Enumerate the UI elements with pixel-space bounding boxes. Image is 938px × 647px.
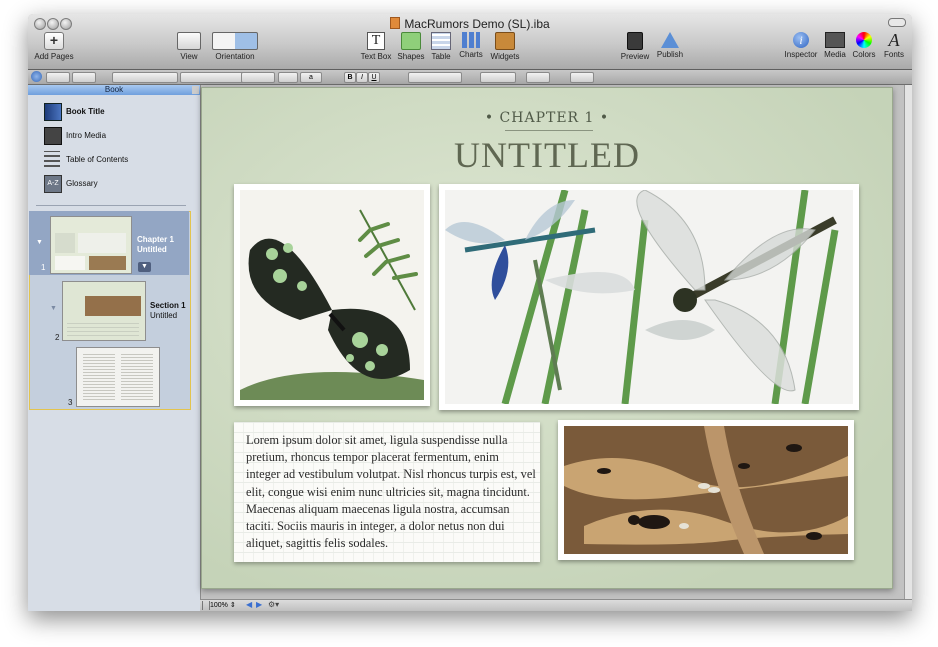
orientation-icon bbox=[212, 32, 258, 50]
background-color-well[interactable]: a bbox=[300, 72, 322, 83]
widgets-button[interactable]: Widgets bbox=[488, 32, 522, 61]
previous-page-icon[interactable]: ◀ bbox=[246, 600, 252, 609]
widgets-icon bbox=[495, 32, 515, 50]
az-icon: A-Z bbox=[44, 175, 62, 193]
dragonfly-illustration bbox=[445, 190, 853, 404]
film-icon bbox=[44, 127, 62, 145]
media-icon bbox=[825, 32, 845, 48]
toolbar: MacRumors Demo (SL).iba + Add Pages View… bbox=[28, 14, 912, 70]
publish-arrow-icon bbox=[661, 32, 679, 48]
thumb-butterfly bbox=[55, 233, 75, 253]
colors-button[interactable]: Colors bbox=[851, 32, 877, 59]
app-window: MacRumors Demo (SL).iba + Add Pages View… bbox=[28, 14, 912, 611]
publish-button[interactable]: Publish bbox=[654, 32, 686, 59]
gear-icon[interactable]: ⚙▾ bbox=[268, 600, 279, 609]
thumb-text bbox=[67, 320, 139, 336]
fonts-button[interactable]: A Fonts bbox=[881, 30, 907, 59]
charts-icon bbox=[462, 32, 480, 48]
window-title: MacRumors Demo (SL).iba bbox=[28, 17, 912, 31]
line-spacing-popup[interactable] bbox=[480, 72, 516, 83]
font-size-popup[interactable] bbox=[241, 72, 275, 83]
text-color-well[interactable] bbox=[278, 72, 298, 83]
orientation-control[interactable]: Orientation bbox=[211, 32, 259, 61]
media-button[interactable]: Media bbox=[822, 32, 848, 59]
vertical-scrollbar[interactable] bbox=[904, 85, 912, 599]
book-icon bbox=[44, 103, 62, 121]
shapes-button[interactable]: Shapes bbox=[396, 32, 426, 61]
document-canvas: • CHAPTER 1 • UNTITLED Lorem ipsum dolor… bbox=[201, 85, 904, 599]
inspector-button[interactable]: i Inspector bbox=[784, 32, 818, 59]
font-icon: A bbox=[888, 30, 900, 50]
text-box-icon: T bbox=[367, 32, 385, 50]
section-1-label[interactable]: Section 1 Untitled bbox=[150, 301, 186, 321]
status-bar: 100% ⇕ ◀ ▶ ⚙▾ bbox=[200, 599, 912, 611]
styles-drawer-icon[interactable] bbox=[31, 71, 42, 82]
columns-popup[interactable] bbox=[526, 72, 550, 83]
page-thumbnail-2[interactable] bbox=[62, 281, 146, 341]
font-family-popup[interactable] bbox=[112, 72, 178, 83]
table-icon bbox=[431, 32, 451, 50]
thumb-text-column bbox=[121, 354, 153, 400]
bold-button[interactable]: B bbox=[344, 72, 356, 83]
page-number-3: 3 bbox=[68, 398, 73, 407]
body-text[interactable]: Lorem ipsum dolor sit amet, ligula suspe… bbox=[246, 432, 536, 552]
add-pages-button[interactable]: + Add Pages bbox=[34, 32, 74, 61]
format-bar: a B I U bbox=[28, 70, 912, 85]
toolbar-toggle-button[interactable] bbox=[888, 18, 906, 27]
underline-button[interactable]: U bbox=[368, 72, 380, 83]
page-number-2: 2 bbox=[55, 333, 60, 342]
thumb-ants bbox=[89, 256, 126, 270]
shapes-icon bbox=[401, 32, 421, 50]
sidebar-divider bbox=[36, 205, 186, 206]
view-button[interactable]: View bbox=[174, 32, 204, 61]
view-icon bbox=[177, 32, 201, 50]
page-number-1: 1 bbox=[41, 263, 46, 272]
document-icon bbox=[390, 17, 401, 29]
list-icon bbox=[44, 151, 60, 167]
chapter-title[interactable]: UNTITLED bbox=[202, 134, 892, 176]
text-box-button[interactable]: T Text Box bbox=[358, 32, 394, 61]
thumb-ants bbox=[85, 296, 141, 316]
page-thumbnail-1[interactable] bbox=[50, 216, 132, 274]
preview-icon bbox=[627, 32, 643, 50]
paragraph-style-popup[interactable] bbox=[46, 72, 70, 83]
ant-colony-illustration bbox=[564, 426, 848, 554]
dragonfly-image[interactable] bbox=[439, 184, 859, 410]
book-page[interactable]: • CHAPTER 1 • UNTITLED Lorem ipsum dolor… bbox=[201, 87, 893, 589]
split-handle-icon[interactable] bbox=[202, 601, 210, 610]
chapter-rule bbox=[505, 130, 593, 131]
thumb-text-column bbox=[83, 354, 115, 400]
charts-button[interactable]: Charts bbox=[457, 32, 485, 59]
info-icon: i bbox=[793, 32, 809, 48]
sidebar-tab-book[interactable]: Book bbox=[28, 85, 200, 95]
thumb-text bbox=[55, 256, 85, 270]
book-sidebar: Book Book Title Intro Media Table of Con… bbox=[28, 85, 201, 611]
body-text-box[interactable]: Lorem ipsum dolor sit amet, ligula suspe… bbox=[234, 422, 540, 562]
thumb-dragonfly bbox=[78, 233, 126, 253]
plus-icon: + bbox=[44, 32, 64, 50]
ants-image[interactable] bbox=[558, 420, 854, 560]
butterfly-illustration bbox=[240, 190, 424, 400]
table-button[interactable]: Table bbox=[428, 32, 454, 61]
next-page-icon[interactable]: ▶ bbox=[256, 600, 262, 609]
alignment-buttons[interactable] bbox=[408, 72, 462, 83]
character-style-popup[interactable] bbox=[72, 72, 96, 83]
section-disclosure-icon[interactable]: ▼ bbox=[50, 305, 57, 312]
chapter-options-button[interactable]: ▼ bbox=[138, 262, 151, 272]
butterfly-image[interactable] bbox=[234, 184, 430, 406]
italic-button[interactable]: I bbox=[356, 72, 368, 83]
chapter-label[interactable]: • CHAPTER 1 • bbox=[202, 110, 892, 126]
disclosure-triangle-icon[interactable]: ▼ bbox=[36, 239, 43, 246]
sidebar-resize-handle[interactable] bbox=[192, 86, 199, 94]
preview-button[interactable]: Preview bbox=[620, 32, 650, 61]
page-thumbnail-3[interactable] bbox=[76, 347, 160, 407]
list-style-popup[interactable] bbox=[570, 72, 594, 83]
zoom-popup[interactable]: 100% ⇕ bbox=[210, 601, 242, 610]
color-wheel-icon bbox=[856, 32, 872, 48]
chapter-1-label[interactable]: Chapter 1 Untitled bbox=[137, 235, 174, 255]
